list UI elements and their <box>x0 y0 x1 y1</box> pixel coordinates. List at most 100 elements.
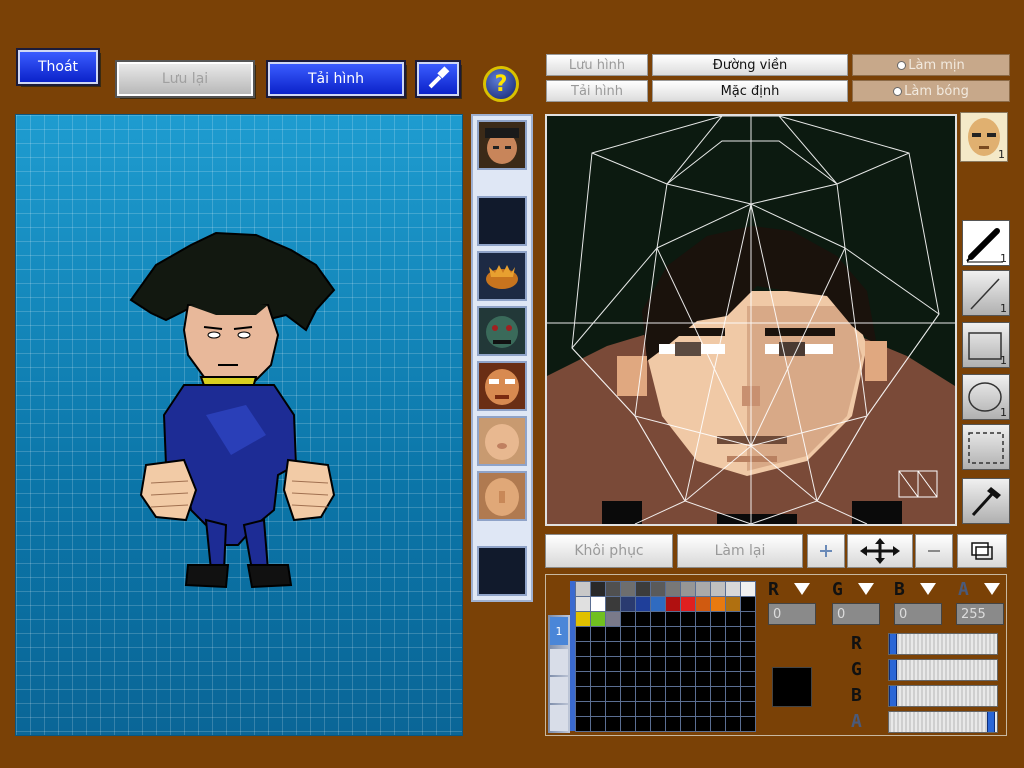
palette-tab-4[interactable] <box>550 705 568 731</box>
zoom-in-button[interactable] <box>807 534 845 568</box>
shade-toggle[interactable]: Làm bóng <box>852 80 1010 102</box>
palette-swatch[interactable] <box>576 582 590 596</box>
palette-swatch[interactable] <box>696 627 710 641</box>
eyedropper-tool[interactable] <box>962 478 1010 524</box>
palette-swatch[interactable] <box>681 717 695 731</box>
palette-swatch[interactable] <box>621 657 635 671</box>
g-slider[interactable] <box>888 659 998 681</box>
part-slot-fish[interactable] <box>477 251 527 301</box>
a-value-field[interactable]: 255 <box>956 603 1004 625</box>
part-slot-face-plain[interactable] <box>477 416 527 466</box>
palette-swatch[interactable] <box>741 582 755 596</box>
palette-swatch[interactable] <box>666 612 680 626</box>
palette-swatch[interactable] <box>711 672 725 686</box>
palette-swatch[interactable] <box>576 627 590 641</box>
palette-swatch[interactable] <box>576 687 590 701</box>
palette-swatch[interactable] <box>681 642 695 656</box>
palette-swatch[interactable] <box>576 642 590 656</box>
b-slider[interactable] <box>888 685 998 707</box>
palette-swatch[interactable] <box>651 672 665 686</box>
palette-swatch[interactable] <box>711 702 725 716</box>
palette-swatch[interactable] <box>621 582 635 596</box>
palette-swatch[interactable] <box>651 597 665 611</box>
line-tool[interactable]: 1 <box>962 270 1010 316</box>
palette-swatch[interactable] <box>711 627 725 641</box>
palette-swatch[interactable] <box>666 627 680 641</box>
palette-swatch[interactable] <box>651 657 665 671</box>
palette-swatch[interactable] <box>636 717 650 731</box>
outline-button[interactable]: Đường viền <box>652 54 848 76</box>
palette-swatch[interactable] <box>681 657 695 671</box>
part-slot-empty-1[interactable] <box>477 196 527 246</box>
palette-swatch[interactable] <box>606 657 620 671</box>
zoom-out-button[interactable] <box>915 534 953 568</box>
palette-swatch[interactable] <box>591 657 605 671</box>
palette-swatch[interactable] <box>576 657 590 671</box>
palette-swatch[interactable] <box>606 627 620 641</box>
palette-swatch[interactable] <box>711 657 725 671</box>
palette-swatch[interactable] <box>651 702 665 716</box>
part-slot-empty-2[interactable] <box>477 546 527 596</box>
palette-swatch[interactable] <box>591 687 605 701</box>
palette-swatch[interactable] <box>711 597 725 611</box>
palette-swatch[interactable] <box>636 672 650 686</box>
palette-swatch[interactable] <box>696 612 710 626</box>
palette-swatch[interactable] <box>621 612 635 626</box>
palette-swatch[interactable] <box>726 627 740 641</box>
palette-swatch[interactable] <box>741 627 755 641</box>
a-channel-header[interactable]: A <box>958 579 1006 601</box>
ellipse-tool[interactable]: 1 <box>962 374 1010 420</box>
palette-swatch[interactable] <box>666 597 680 611</box>
palette-swatch[interactable] <box>591 672 605 686</box>
help-button[interactable]: ? <box>483 66 519 102</box>
palette-swatch[interactable] <box>696 717 710 731</box>
r-value-field[interactable]: 0 <box>768 603 816 625</box>
palette-tab-1[interactable]: 1 <box>550 617 568 645</box>
save-button[interactable]: Lưu lại <box>115 60 255 98</box>
palette-swatch[interactable] <box>591 582 605 596</box>
palette-swatch[interactable] <box>621 627 635 641</box>
part-preview[interactable]: 1 <box>960 112 1008 162</box>
palette-swatch[interactable] <box>621 642 635 656</box>
palette-tab-2[interactable] <box>550 649 568 675</box>
palette-swatch[interactable] <box>726 657 740 671</box>
palette-swatch[interactable] <box>726 717 740 731</box>
part-slot-face-angry[interactable] <box>477 361 527 411</box>
palette-swatch[interactable] <box>741 612 755 626</box>
palette-swatch[interactable] <box>606 717 620 731</box>
palette-swatch[interactable] <box>711 717 725 731</box>
palette-swatch[interactable] <box>636 702 650 716</box>
default-button[interactable]: Mặc định <box>652 80 848 102</box>
layer-button[interactable] <box>957 534 1007 568</box>
load-image-button[interactable]: Tải hình <box>546 80 648 102</box>
palette-swatch[interactable] <box>696 657 710 671</box>
part-slot-zombie[interactable] <box>477 306 527 356</box>
palette-swatch[interactable] <box>696 582 710 596</box>
palette-swatch[interactable] <box>741 597 755 611</box>
palette-swatch[interactable] <box>606 582 620 596</box>
palette-swatch[interactable] <box>606 687 620 701</box>
palette-swatch[interactable] <box>726 672 740 686</box>
palette-swatch[interactable] <box>696 672 710 686</box>
palette-swatch[interactable] <box>651 642 665 656</box>
pen-tool[interactable]: 1 <box>962 220 1010 266</box>
palette-swatch[interactable] <box>726 687 740 701</box>
palette-swatch[interactable] <box>741 672 755 686</box>
palette-swatch[interactable] <box>621 717 635 731</box>
palette-swatch[interactable] <box>636 597 650 611</box>
palette-swatch[interactable] <box>681 702 695 716</box>
face-editor-canvas[interactable] <box>545 114 957 526</box>
move-button[interactable] <box>847 534 913 568</box>
palette-swatch[interactable] <box>741 687 755 701</box>
palette-swatch[interactable] <box>696 687 710 701</box>
exit-button[interactable]: Thoát <box>16 48 100 86</box>
b-channel-header[interactable]: B <box>894 579 942 601</box>
palette-tab-3[interactable] <box>550 677 568 703</box>
palette-swatch[interactable] <box>606 702 620 716</box>
palette-swatch[interactable] <box>666 687 680 701</box>
palette-swatch[interactable] <box>666 672 680 686</box>
smooth-radio[interactable] <box>897 60 907 70</box>
palette-swatch[interactable] <box>621 687 635 701</box>
palette-swatch[interactable] <box>576 612 590 626</box>
palette-swatch[interactable] <box>651 627 665 641</box>
